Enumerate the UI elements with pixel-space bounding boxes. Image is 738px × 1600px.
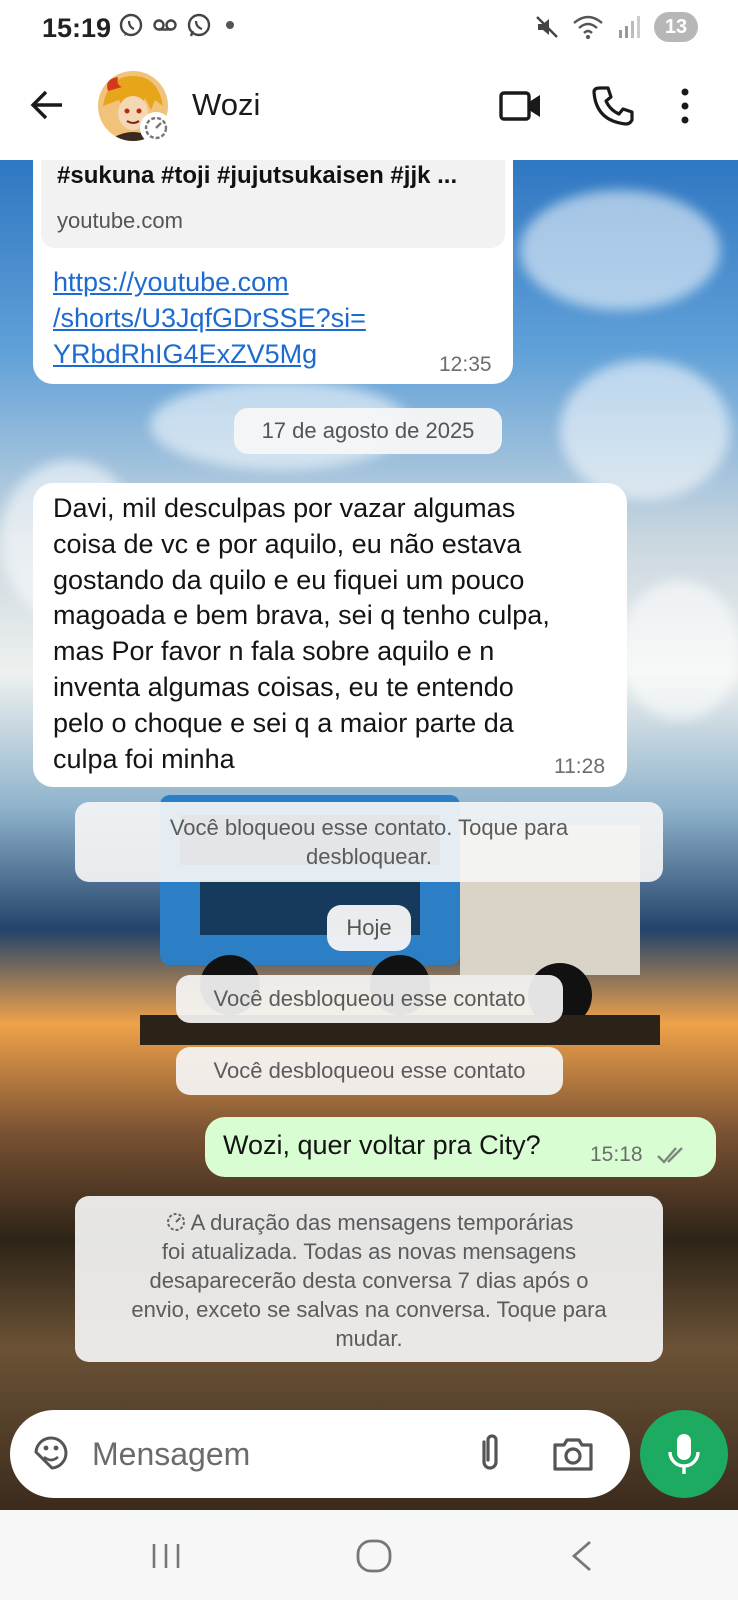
date-chip: 17 de agosto de 2025 (234, 408, 502, 454)
mic-button[interactable] (640, 1410, 728, 1498)
message-line: mas Por favor n fala sobre aquilo e n (53, 636, 495, 667)
timer-icon (166, 1213, 185, 1231)
system-line: mudar. (335, 1326, 403, 1351)
link-line[interactable]: https://youtube.com (53, 264, 366, 300)
message-time: 15:18 (590, 1143, 643, 1166)
status-right-icons: 13 (534, 12, 698, 42)
date-chip: Hoje (327, 905, 411, 951)
camera-icon[interactable] (550, 1432, 596, 1476)
system-text: A duração das mensagens temporárias (190, 1210, 574, 1235)
contact-name[interactable]: Wozi (192, 87, 260, 123)
timer-icon (144, 116, 168, 140)
status-time: 15:19 (42, 13, 112, 43)
mic-icon (668, 1434, 700, 1474)
sticker-icon[interactable] (30, 1432, 72, 1474)
link-preview-title: #sukuna #toji #jujutsukaisen #jjk ... (57, 162, 458, 189)
system-line: Você bloqueou esse contato. Toque para (169, 815, 569, 840)
message-time: 11:28 (554, 755, 605, 778)
video-call-icon[interactable] (497, 82, 545, 130)
message-composer (10, 1410, 630, 1498)
signal-icon (619, 16, 640, 38)
message-line: Davi, mil desculpas por vazar algumas (53, 493, 516, 523)
back-nav-icon[interactable] (562, 1536, 602, 1576)
paperclip-icon[interactable] (468, 1432, 512, 1476)
system-line: A duração das mensagens temporárias (75, 1208, 663, 1237)
mute-icon (536, 16, 558, 38)
wifi-icon (573, 15, 603, 39)
recent-apps-icon[interactable] (146, 1536, 186, 1576)
link-line[interactable]: YRbdRhIG4ExZV5Mg (53, 336, 366, 372)
dot-icon (226, 21, 234, 29)
incoming-message[interactable]: Davi, mil desculpas por vazar algumas co… (33, 483, 627, 787)
wallpaper-cloud (520, 190, 720, 310)
system-nav-bar (0, 1510, 738, 1600)
link-preview[interactable]: #sukuna #toji #jujutsukaisen #jjk ... yo… (41, 160, 505, 248)
system-message-blocked[interactable]: Você bloqueou esse contato. Toque para d… (75, 802, 663, 882)
more-options-icon[interactable] (670, 82, 700, 130)
link-line[interactable]: /shorts/U3JqfGDrSSE?si= (53, 300, 366, 336)
message-link[interactable]: https://youtube.com /shorts/U3JqfGDrSSE?… (53, 264, 366, 372)
system-message-unblocked: Você desbloqueou esse contato (176, 1047, 563, 1095)
system-message-disappearing[interactable]: A duração das mensagens temporárias foi … (75, 1196, 663, 1362)
message-line: magoada e bem brava, sei q tenho culpa, (53, 600, 550, 631)
message-text: Davi, mil desculpas por vazar algumas co… (53, 491, 550, 777)
voicemail-icon (153, 19, 177, 31)
wallpaper-cloud (620, 580, 738, 720)
home-icon[interactable] (352, 1536, 396, 1576)
outgoing-message[interactable]: Wozi, quer voltar pra City? 15:18 (205, 1117, 716, 1177)
system-message-unblocked: Você desbloqueou esse contato (176, 975, 563, 1023)
chat-header: Wozi (0, 58, 738, 160)
voice-call-icon[interactable] (590, 82, 638, 130)
message-time: 12:35 (439, 353, 492, 376)
system-line: desbloquear. (306, 844, 432, 869)
system-line: envio, exceto se salvas na conversa. Toq… (131, 1297, 607, 1322)
system-line: desaparecerão desta conversa 7 dias após… (149, 1268, 589, 1293)
incoming-link-message[interactable]: #sukuna #toji #jujutsukaisen #jjk ... yo… (33, 160, 513, 384)
message-input[interactable] (92, 1410, 452, 1498)
wallpaper-cloud (560, 360, 730, 500)
status-bar: 15:19 13 (0, 0, 738, 58)
message-line: inventa algumas coisas, eu te entendo (53, 671, 514, 702)
message-line: culpa foi minha (53, 743, 235, 774)
whatsapp-status-icon (119, 13, 143, 37)
message-line: gostando da quilo e eu fiquei um pouco (53, 564, 525, 595)
read-receipt-icon (657, 1147, 683, 1164)
battery-icon: 13 (654, 12, 698, 42)
link-preview-domain: youtube.com (57, 208, 183, 233)
message-line: coisa de vc e por aquilo, eu não estava (53, 528, 522, 559)
back-arrow-icon[interactable] (28, 85, 68, 125)
message-line: pelo o choque e sei q a maior parte da (53, 707, 514, 738)
message-text: Wozi, quer voltar pra City? (223, 1130, 541, 1160)
chat-area[interactable]: #sukuna #toji #jujutsukaisen #jjk ... yo… (0, 160, 738, 1510)
status-left-icons (118, 12, 234, 38)
system-line: foi atualizada. Todas as novas mensagens (161, 1239, 577, 1264)
whatsapp-icon (187, 13, 211, 37)
disappearing-timer-badge (140, 112, 172, 144)
